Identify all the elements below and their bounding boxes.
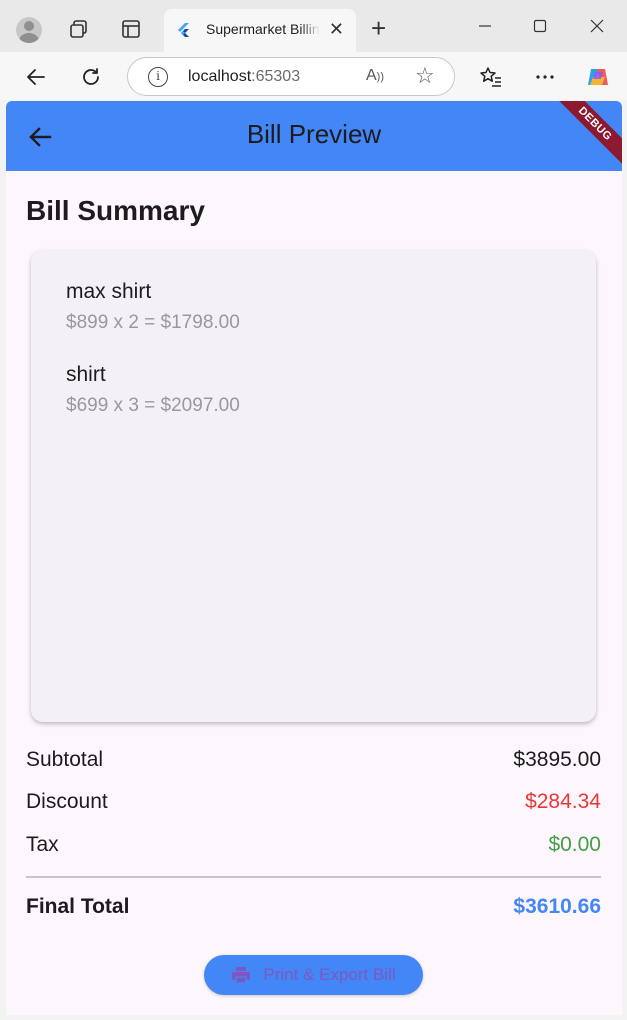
discount-value: $284.34 bbox=[525, 790, 601, 813]
list-item: max shirt $899 x 2 = $1798.00 bbox=[66, 280, 240, 334]
browser-back-icon[interactable] bbox=[23, 64, 49, 90]
subtotal-value: $3895.00 bbox=[513, 748, 601, 771]
final-total-value: $3610.66 bbox=[513, 895, 601, 918]
url-text: localhost:65303 bbox=[188, 68, 301, 85]
tax-value: $0.00 bbox=[548, 833, 601, 856]
browser-tab-active[interactable]: Supermarket Billing ✕ bbox=[164, 9, 356, 52]
app-viewport: Bill Preview DEBUG Bill Summary max shir… bbox=[6, 101, 622, 1015]
page-title: Bill Preview bbox=[246, 119, 382, 149]
discount-row: Discount $284.34 bbox=[26, 790, 601, 818]
item-name: max shirt bbox=[66, 280, 152, 303]
subtotal-label: Subtotal bbox=[26, 748, 104, 771]
browser-titlebar: Supermarket Billing ✕ + bbox=[0, 0, 627, 52]
vertical-tabs-icon[interactable] bbox=[119, 17, 143, 41]
list-item: shirt $699 x 3 = $2097.00 bbox=[66, 363, 240, 417]
app-bar: Bill Preview DEBUG bbox=[6, 101, 622, 171]
workspaces-icon[interactable] bbox=[67, 17, 91, 41]
tax-row: Tax $0.00 bbox=[26, 833, 601, 861]
site-info-icon[interactable]: i bbox=[148, 67, 168, 87]
bill-summary-heading: Bill Summary bbox=[26, 195, 205, 226]
close-window-icon[interactable] bbox=[585, 14, 609, 38]
discount-label: Discount bbox=[26, 790, 108, 813]
minimize-icon[interactable] bbox=[473, 14, 497, 38]
favorite-star-icon[interactable]: ☆ bbox=[415, 63, 435, 89]
items-card: max shirt $899 x 2 = $1798.00 shirt $699… bbox=[31, 250, 596, 722]
final-total-label: Final Total bbox=[26, 895, 130, 918]
flutter-favicon-icon bbox=[178, 23, 189, 37]
maximize-icon[interactable] bbox=[528, 14, 552, 38]
copilot-icon[interactable] bbox=[585, 64, 611, 90]
refresh-icon[interactable] bbox=[78, 64, 104, 90]
subtotal-row: Subtotal $3895.00 bbox=[26, 748, 601, 776]
item-detail: $899 x 2 = $1798.00 bbox=[66, 312, 240, 333]
divider bbox=[26, 876, 601, 878]
item-name: shirt bbox=[66, 363, 106, 386]
print-export-label: Print & Export Bill bbox=[263, 965, 396, 984]
browser-toolbar: i localhost:65303 A)) ☆ bbox=[0, 52, 627, 100]
new-tab-icon[interactable]: + bbox=[371, 15, 386, 41]
tab-close-icon[interactable]: ✕ bbox=[329, 20, 344, 38]
address-bar[interactable]: i localhost:65303 A)) ☆ bbox=[127, 57, 455, 96]
more-options-icon[interactable] bbox=[532, 64, 558, 90]
print-icon bbox=[232, 967, 251, 984]
profile-avatar[interactable] bbox=[16, 17, 42, 43]
favorites-list-icon[interactable] bbox=[478, 64, 504, 90]
final-total-row: Final Total $3610.66 bbox=[26, 895, 601, 923]
read-aloud-icon[interactable]: A)) bbox=[366, 67, 384, 85]
tax-label: Tax bbox=[26, 833, 59, 856]
item-detail: $699 x 3 = $2097.00 bbox=[66, 395, 240, 416]
print-export-button[interactable]: Print & Export Bill bbox=[204, 955, 423, 995]
tab-title: Supermarket Billing bbox=[206, 21, 320, 37]
